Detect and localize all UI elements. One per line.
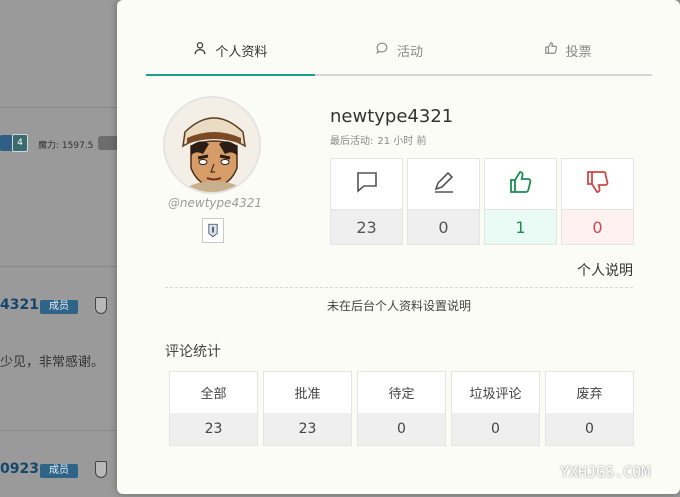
- upvote-count: 1: [485, 210, 556, 244]
- bio-title: 个人说明: [577, 263, 633, 279]
- upvote-count-card[interactable]: 1: [484, 158, 557, 245]
- tab-profile[interactable]: 个人资料: [146, 34, 315, 76]
- watermark: YXHJGS.COM: [560, 463, 651, 481]
- avatar: [163, 96, 261, 194]
- stat-label: 废弃: [576, 387, 603, 402]
- user-handle: @newtype4321: [167, 196, 263, 210]
- level-badge: 4: [12, 134, 28, 152]
- post-count-card[interactable]: 0: [407, 158, 480, 245]
- stat-value: 0: [358, 413, 445, 445]
- rank-badge-icon: [95, 461, 107, 478]
- role-badge: 成员: [40, 464, 78, 478]
- post-text: 少见，非常感谢。: [0, 355, 105, 370]
- stat-label: 垃圾评论: [469, 387, 522, 402]
- comment-stat-spam: 垃圾评论 0: [451, 371, 540, 446]
- thumbs-up-icon: [508, 169, 534, 199]
- role-badge: 成员: [40, 300, 78, 314]
- profile-tabs: 个人资料 活动 投票: [146, 34, 652, 76]
- tab-label: 个人资料: [215, 44, 268, 60]
- divider: [0, 266, 120, 267]
- stat-label: 批准: [294, 387, 321, 402]
- downvote-count: 0: [562, 210, 633, 244]
- post-author-name[interactable]: 4321: [0, 297, 39, 313]
- edit-icon: [431, 169, 457, 199]
- post-author-name[interactable]: 0923: [0, 461, 39, 477]
- stat-value: 23: [264, 413, 351, 445]
- thumbs-down-icon: [585, 169, 611, 199]
- user-icon: [193, 41, 207, 59]
- comment-stat-trash: 废弃 0: [545, 371, 634, 446]
- last-active-value: 21 小时 前: [377, 136, 427, 147]
- stat-label: 全部: [200, 387, 227, 402]
- comment-stats-grid: 全部 23 批准 23 待定 0 垃圾评论 0 废弃 0: [169, 371, 634, 446]
- stat-value: 23: [170, 413, 257, 445]
- comment-count: 23: [331, 210, 402, 244]
- stat-label: 待定: [388, 387, 415, 402]
- last-active: 最后活动: 21 小时 前: [330, 132, 426, 147]
- tab-activity[interactable]: 活动: [315, 34, 484, 74]
- rank-badge-icon: [202, 218, 224, 243]
- user-profile-modal: 个人资料 活动 投票 @newtype4321 newtype4321 最后活动…: [117, 0, 680, 494]
- divider: [0, 430, 120, 431]
- last-active-label: 最后活动:: [330, 136, 374, 147]
- comment-stats-title: 评论统计: [165, 344, 221, 360]
- tab-votes[interactable]: 投票: [483, 34, 652, 74]
- bio-text: 未在后台个人资料设置说明: [326, 299, 471, 313]
- divider: [165, 287, 633, 288]
- comment-icon: [354, 169, 380, 199]
- tab-label: 活动: [397, 44, 424, 60]
- thumbs-up-icon: [544, 41, 558, 59]
- stat-value: 0: [452, 413, 539, 445]
- mana-text: 魔力: 1597.5: [38, 141, 94, 151]
- username: newtype4321: [330, 106, 454, 127]
- stat-value: 0: [546, 413, 633, 445]
- divider: [0, 107, 120, 108]
- comment-count-card[interactable]: 23: [330, 158, 403, 245]
- comment-stat-approved: 批准 23: [263, 371, 352, 446]
- post-count: 0: [408, 210, 479, 244]
- rank-badge-icon: [95, 297, 107, 314]
- activity-stats: 23 0 1 0: [330, 158, 634, 245]
- tab-label: 投票: [565, 44, 592, 60]
- comment-stat-pending: 待定 0: [357, 371, 446, 446]
- chat-bubble-icon: [375, 41, 389, 59]
- downvote-count-card[interactable]: 0: [561, 158, 634, 245]
- comment-stat-all: 全部 23: [169, 371, 258, 446]
